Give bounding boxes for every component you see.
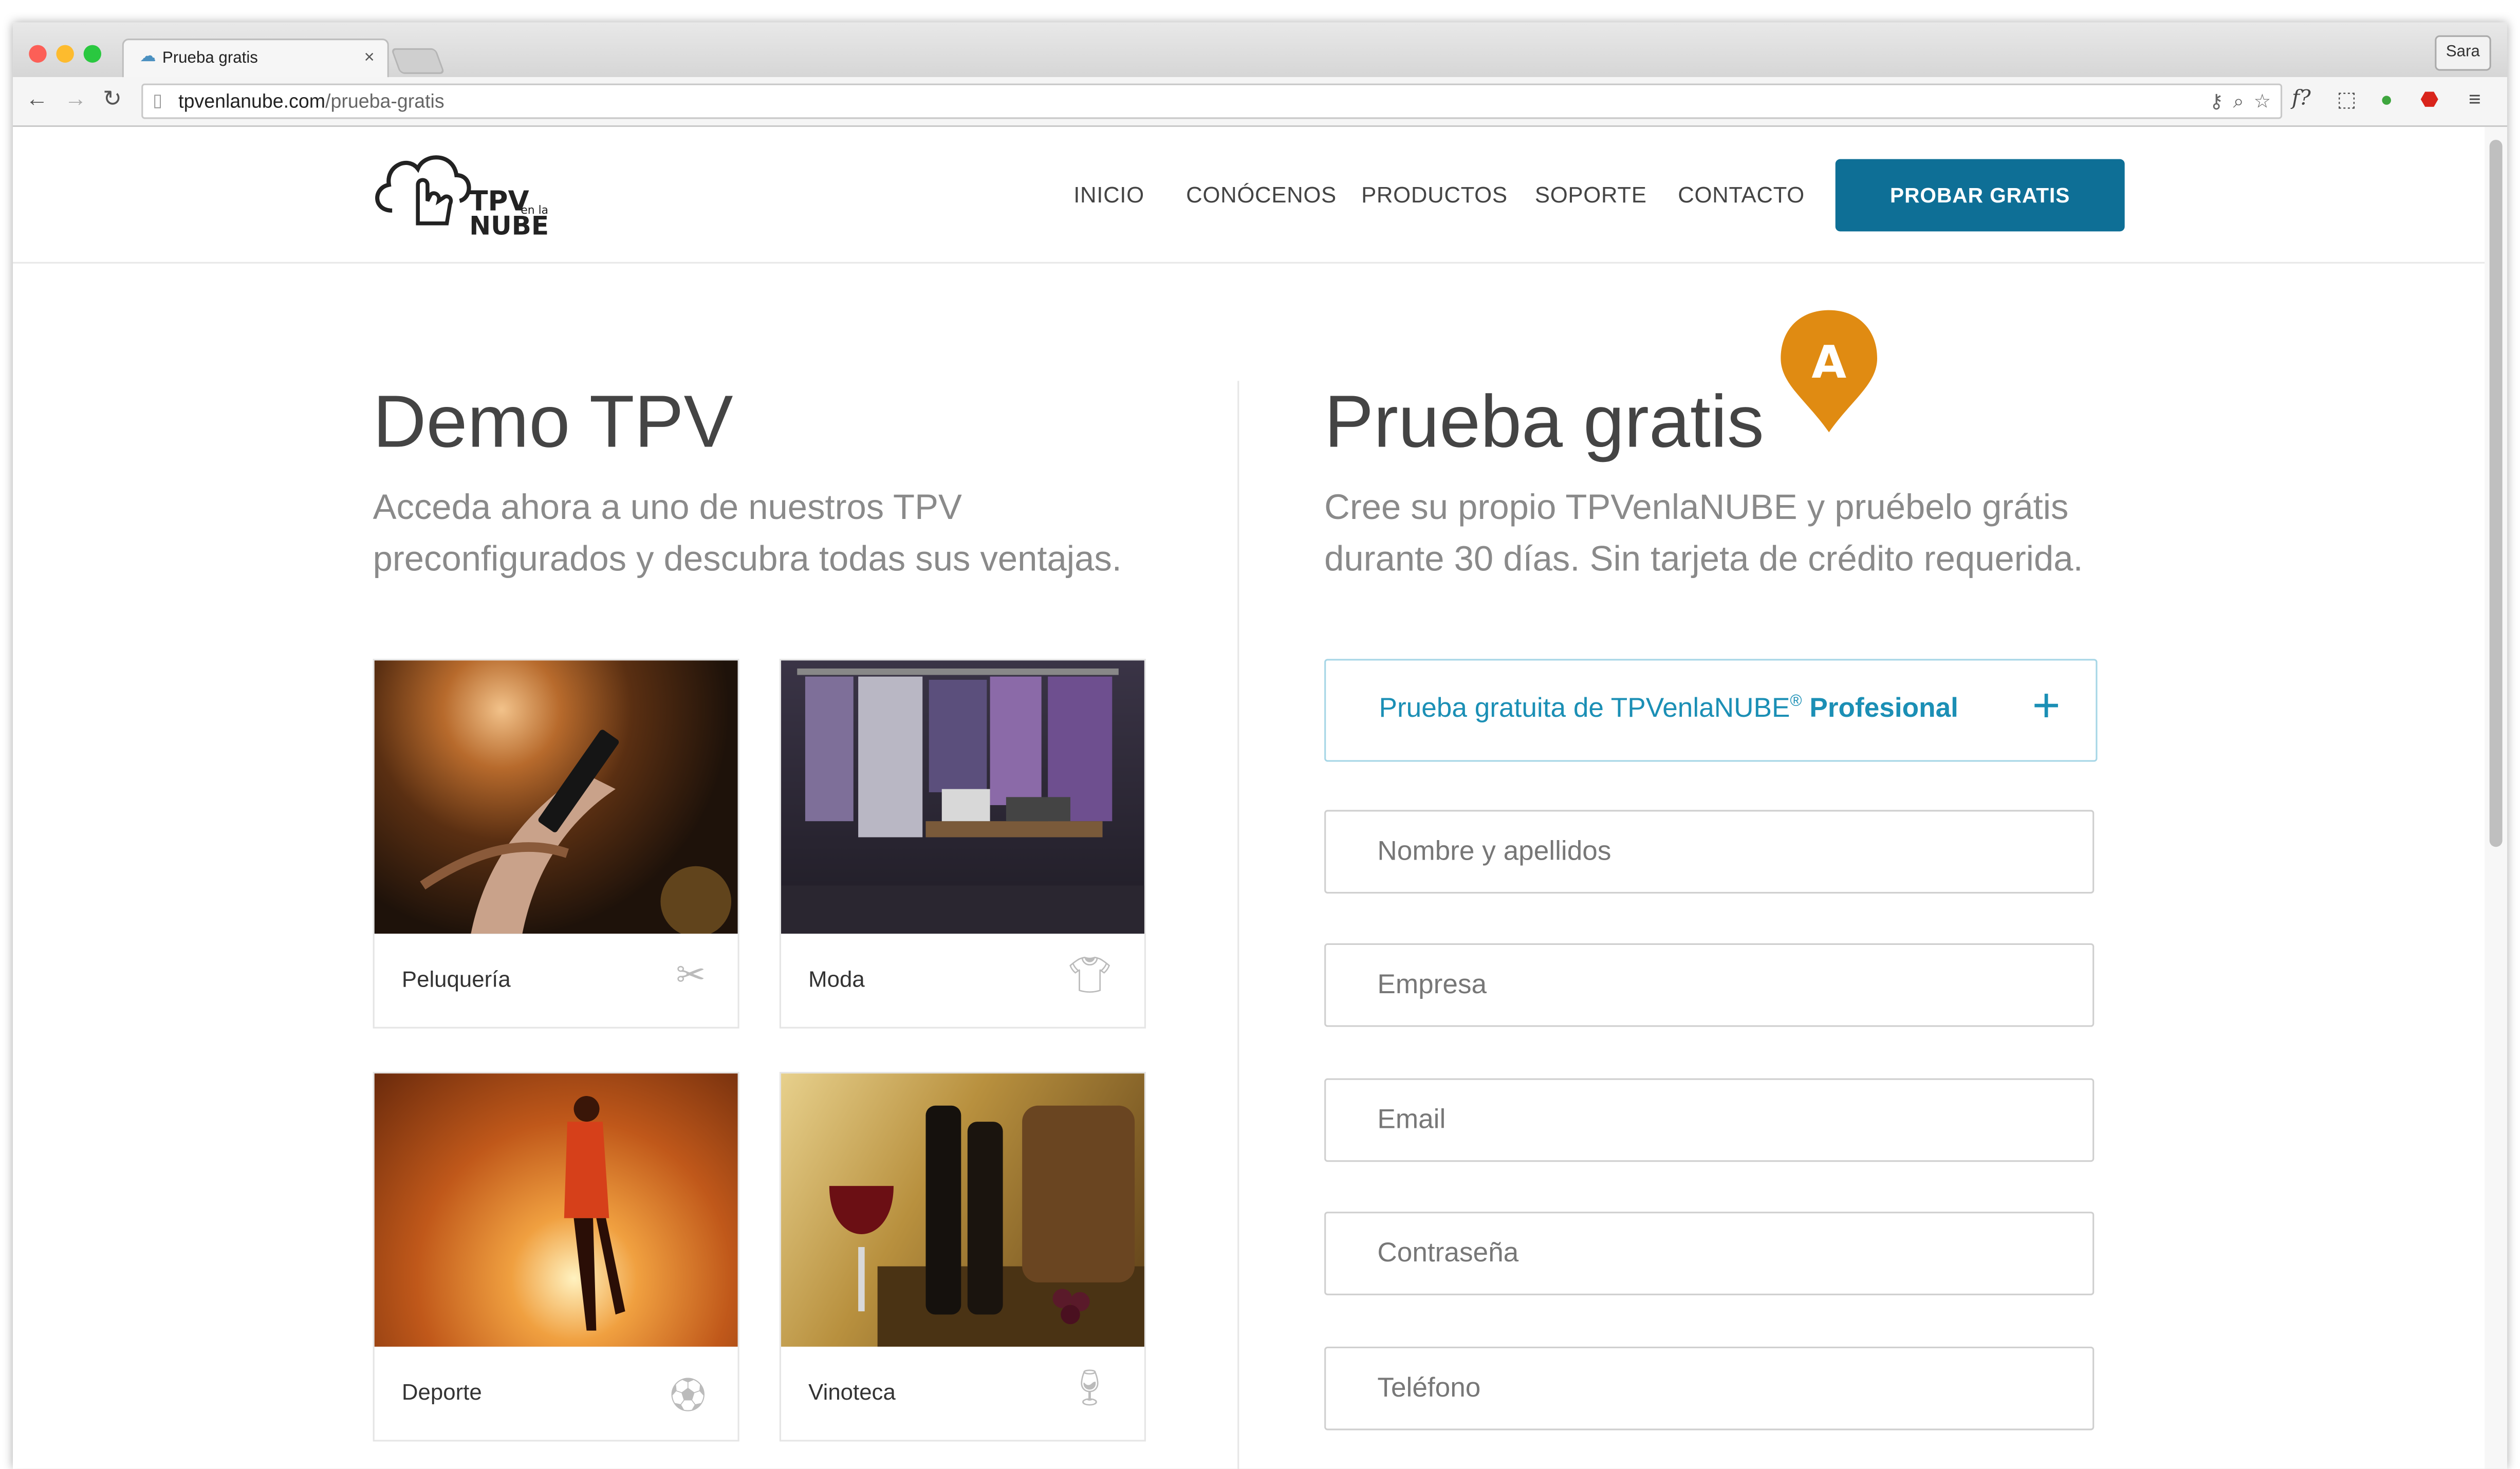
- demo-subtitle: Acceda ahora a uno de nuestros TPV preco…: [373, 482, 1122, 585]
- soccer-ball-icon: ⚽︎: [670, 1375, 706, 1416]
- demo-subtitle-line2: preconfigurados y descubra todas sus ven…: [373, 538, 1122, 579]
- close-window-icon[interactable]: [29, 45, 47, 63]
- page-scrollbar[interactable]: [2485, 127, 2508, 1469]
- wine-glass-icon: 🍷︎: [1067, 1367, 1113, 1408]
- card-label: Moda: [808, 965, 865, 992]
- site-header: TPV en la NUBE INICIO CONÓCENOS PRODUCTO…: [13, 127, 2485, 264]
- password-field[interactable]: [1324, 1212, 2095, 1295]
- nav-conocenos[interactable]: CONÓCENOS: [1186, 181, 1337, 207]
- nav-soporte[interactable]: SOPORTE: [1535, 181, 1647, 207]
- scrollbar-thumb[interactable]: [2489, 140, 2503, 847]
- omnibox-icons: ⚷ ⌕ ☆: [2200, 85, 2271, 118]
- menu-icon[interactable]: ≡: [2469, 87, 2481, 111]
- cloud-hand-logo-icon: TPV en la NUBE: [375, 155, 549, 241]
- column-divider: [1237, 381, 1239, 1469]
- profile-button[interactable]: Sara: [2434, 35, 2491, 71]
- email-field[interactable]: [1324, 1078, 2095, 1162]
- trial-title: Prueba gratis: [1324, 379, 1764, 463]
- nav-productos[interactable]: PRODUCTOS: [1361, 181, 1508, 207]
- forward-arrow-icon[interactable]: →: [64, 85, 87, 111]
- company-field[interactable]: [1324, 943, 2095, 1027]
- logo-nube-text: NUBE: [469, 211, 549, 239]
- page-icon: ▯: [153, 91, 163, 111]
- plan-registered-mark: ®: [1790, 693, 1802, 711]
- trial-subtitle-line2: durante 30 días. Sin tarjeta de crédito …: [1324, 538, 2083, 579]
- screen-capture-icon[interactable]: ⬚: [2337, 87, 2357, 113]
- trial-subtitle-line1: Cree su propio TPVenlaNUBE y pruébelo gr…: [1324, 487, 2069, 527]
- plus-icon[interactable]: +: [2032, 680, 2061, 734]
- bookmark-star-icon[interactable]: ☆: [2254, 90, 2271, 113]
- nav-contacto[interactable]: CONTACTO: [1678, 181, 1805, 207]
- tshirt-icon: 👕︎: [1067, 954, 1113, 995]
- zoom-window-icon[interactable]: [83, 45, 102, 63]
- plan-prefix: Prueba gratuita de TPVenlaNUBE: [1379, 692, 1790, 723]
- back-arrow-icon[interactable]: ←: [26, 85, 48, 111]
- moda-photo: [781, 660, 1144, 934]
- font-extension-icon[interactable]: f?: [2292, 87, 2311, 111]
- cloud-favicon-icon: ☁: [140, 48, 156, 66]
- url-path: /prueba-gratis: [325, 90, 444, 113]
- card-label: Deporte: [401, 1379, 482, 1405]
- tab-title: Prueba gratis: [162, 49, 258, 68]
- name-field[interactable]: [1324, 810, 2095, 894]
- page-content: TPV en la NUBE INICIO CONÓCENOS PRODUCTO…: [13, 127, 2485, 1469]
- evernote-icon[interactable]: ●: [2380, 87, 2393, 111]
- probar-gratis-button[interactable]: PROBAR GRATIS: [1835, 159, 2125, 232]
- demo-card-deporte[interactable]: Deporte ⚽︎: [373, 1072, 739, 1442]
- marker-letter: A: [1811, 336, 1846, 388]
- vinoteca-photo: [781, 1073, 1144, 1347]
- key-icon[interactable]: ⚷: [2210, 90, 2224, 113]
- demo-card-moda[interactable]: Moda 👕︎: [779, 659, 1146, 1029]
- window-controls: [29, 42, 111, 70]
- minimize-window-icon[interactable]: [56, 45, 74, 63]
- deporte-photo: [374, 1073, 738, 1347]
- peluqueria-photo: [374, 660, 738, 937]
- trial-subtitle: Cree su propio TPVenlaNUBE y pruébelo gr…: [1324, 482, 2083, 585]
- scissors-icon: ✂: [676, 954, 706, 995]
- browser-tab[interactable]: ☁ Prueba gratis ×: [122, 39, 389, 79]
- demo-card-vinoteca[interactable]: Vinoteca 🍷︎: [779, 1072, 1146, 1442]
- zoom-icon[interactable]: ⌕: [2233, 90, 2244, 113]
- card-label: Vinoteca: [808, 1379, 896, 1405]
- plan-name: Profesional: [1809, 692, 1958, 723]
- plan-selector[interactable]: Prueba gratuita de TPVenlaNUBE® Profesio…: [1324, 659, 2098, 762]
- tab-strip: ☁ Prueba gratis × Sara: [13, 22, 2508, 79]
- reload-icon[interactable]: ↻: [103, 85, 122, 113]
- url-domain: tpvenlanube.com: [178, 90, 326, 113]
- new-tab-button[interactable]: [391, 48, 446, 74]
- address-bar[interactable]: ▯ tpvenlanube.com/prueba-gratis ⚷ ⌕ ☆: [141, 83, 2283, 119]
- site-logo[interactable]: TPV en la NUBE: [369, 143, 562, 241]
- browser-window: ☁ Prueba gratis × Sara ← → ↻ ▯ tpvenlanu…: [13, 22, 2508, 1469]
- demo-subtitle-line1: Acceda ahora a uno de nuestros TPV: [373, 487, 962, 527]
- browser-toolbar: ← → ↻ ▯ tpvenlanube.com/prueba-gratis ⚷ ⌕…: [13, 77, 2508, 127]
- adblock-icon[interactable]: ⬣: [2420, 87, 2439, 113]
- phone-field[interactable]: [1324, 1346, 2095, 1430]
- demo-title: Demo TPV: [373, 379, 733, 463]
- plan-text: Prueba gratuita de TPVenlaNUBE® Profesio…: [1379, 693, 1958, 725]
- location-marker-icon: A: [1777, 307, 1880, 435]
- card-label: Peluquería: [401, 965, 511, 992]
- address-url: tpvenlanube.com/prueba-gratis: [178, 85, 444, 118]
- nav-inicio[interactable]: INICIO: [1073, 181, 1144, 207]
- tab-close-icon[interactable]: ×: [364, 48, 375, 68]
- demo-card-peluqueria[interactable]: Peluquería ✂: [373, 659, 739, 1029]
